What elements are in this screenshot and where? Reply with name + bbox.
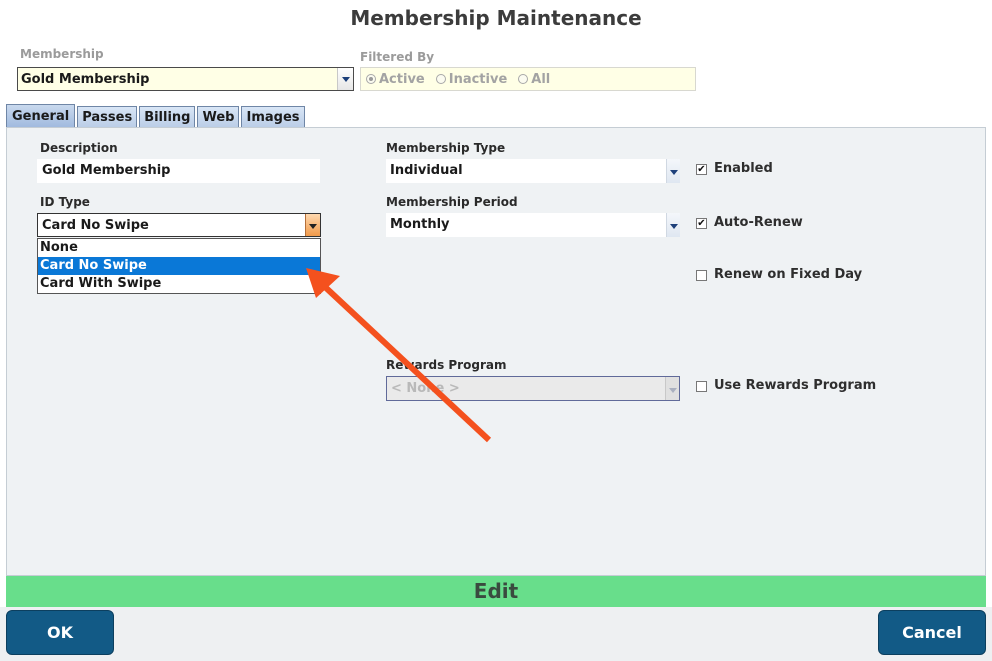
auto-renew-label: Auto-Renew [714, 215, 803, 230]
chevron-down-icon [669, 388, 677, 393]
membership-type-value: Individual [390, 163, 463, 178]
cancel-button[interactable]: Cancel [878, 610, 986, 655]
bottom-button-bar [0, 607, 992, 661]
tab-passes[interactable]: Passes [77, 106, 138, 128]
rewards-program-value: < None > [391, 381, 460, 396]
membership-label: Membership [20, 47, 104, 61]
window-title: Membership Maintenance [350, 6, 642, 30]
ok-button[interactable]: OK [6, 610, 114, 655]
membership-combo[interactable]: Gold Membership [17, 67, 354, 91]
auto-renew-checkbox[interactable]: ✔ [696, 218, 707, 229]
membership-type-label: Membership Type [386, 141, 506, 155]
description-input[interactable]: Gold Membership [37, 159, 320, 183]
filter-all-radio[interactable] [518, 74, 529, 84]
membership-dropdown-button[interactable] [337, 68, 353, 90]
filter-all-label: All [531, 71, 551, 87]
id-type-label: ID Type [40, 195, 90, 209]
id-type-value: Card No Swipe [42, 218, 149, 233]
tab-strip: General Passes Billing Web Images [6, 104, 307, 128]
membership-period-dropdown-button[interactable] [666, 213, 680, 237]
description-label: Description [40, 141, 118, 155]
enabled-label: Enabled [714, 161, 773, 176]
use-rewards-label: Use Rewards Program [714, 378, 877, 393]
membership-combo-value: Gold Membership [21, 72, 150, 87]
id-type-option-card-no-swipe[interactable]: Card No Swipe [38, 257, 320, 275]
check-icon: ✔ [697, 164, 706, 175]
enabled-checkbox[interactable]: ✔ [696, 164, 707, 175]
tab-web[interactable]: Web [197, 106, 240, 128]
description-value: Gold Membership [42, 163, 171, 178]
membership-period-combo[interactable]: Monthly [386, 213, 680, 237]
membership-period-label: Membership Period [386, 195, 518, 209]
id-type-dropdown-button[interactable] [305, 214, 320, 236]
filter-inactive-label: Inactive [448, 71, 508, 87]
tab-general[interactable]: General [6, 104, 76, 128]
use-rewards-checkbox[interactable] [696, 381, 707, 392]
membership-type-dropdown-button[interactable] [666, 159, 680, 183]
renew-fixed-day-label: Renew on Fixed Day [714, 267, 863, 282]
id-type-option-none[interactable]: None [38, 239, 320, 257]
tab-billing[interactable]: Billing [139, 106, 196, 128]
filter-active-radio[interactable] [366, 74, 376, 84]
mode-status-bar: Edit [6, 576, 986, 607]
filter-radio-group: Active Inactive All [360, 67, 696, 91]
filter-label: Filtered By [360, 50, 435, 64]
chevron-down-icon [309, 224, 317, 229]
filter-inactive-radio[interactable] [435, 74, 446, 84]
membership-type-combo[interactable]: Individual [386, 159, 680, 183]
id-type-combo[interactable]: Card No Swipe [37, 213, 321, 237]
id-type-dropdown-list: None Card No Swipe Card With Swipe [37, 238, 321, 294]
filter-active-label: Active [379, 71, 425, 87]
rewards-program-label: Rewards Program [386, 358, 507, 372]
renew-fixed-day-checkbox[interactable] [696, 270, 707, 281]
chevron-down-icon [670, 170, 678, 175]
membership-period-value: Monthly [390, 217, 450, 232]
tab-images[interactable]: Images [241, 106, 305, 128]
id-type-option-card-with-swipe[interactable]: Card With Swipe [38, 275, 320, 293]
chevron-down-icon [342, 77, 350, 82]
chevron-down-icon [670, 224, 678, 229]
check-icon: ✔ [697, 218, 706, 229]
rewards-program-dropdown-button[interactable] [665, 377, 679, 400]
rewards-program-combo[interactable]: < None > [386, 376, 680, 401]
